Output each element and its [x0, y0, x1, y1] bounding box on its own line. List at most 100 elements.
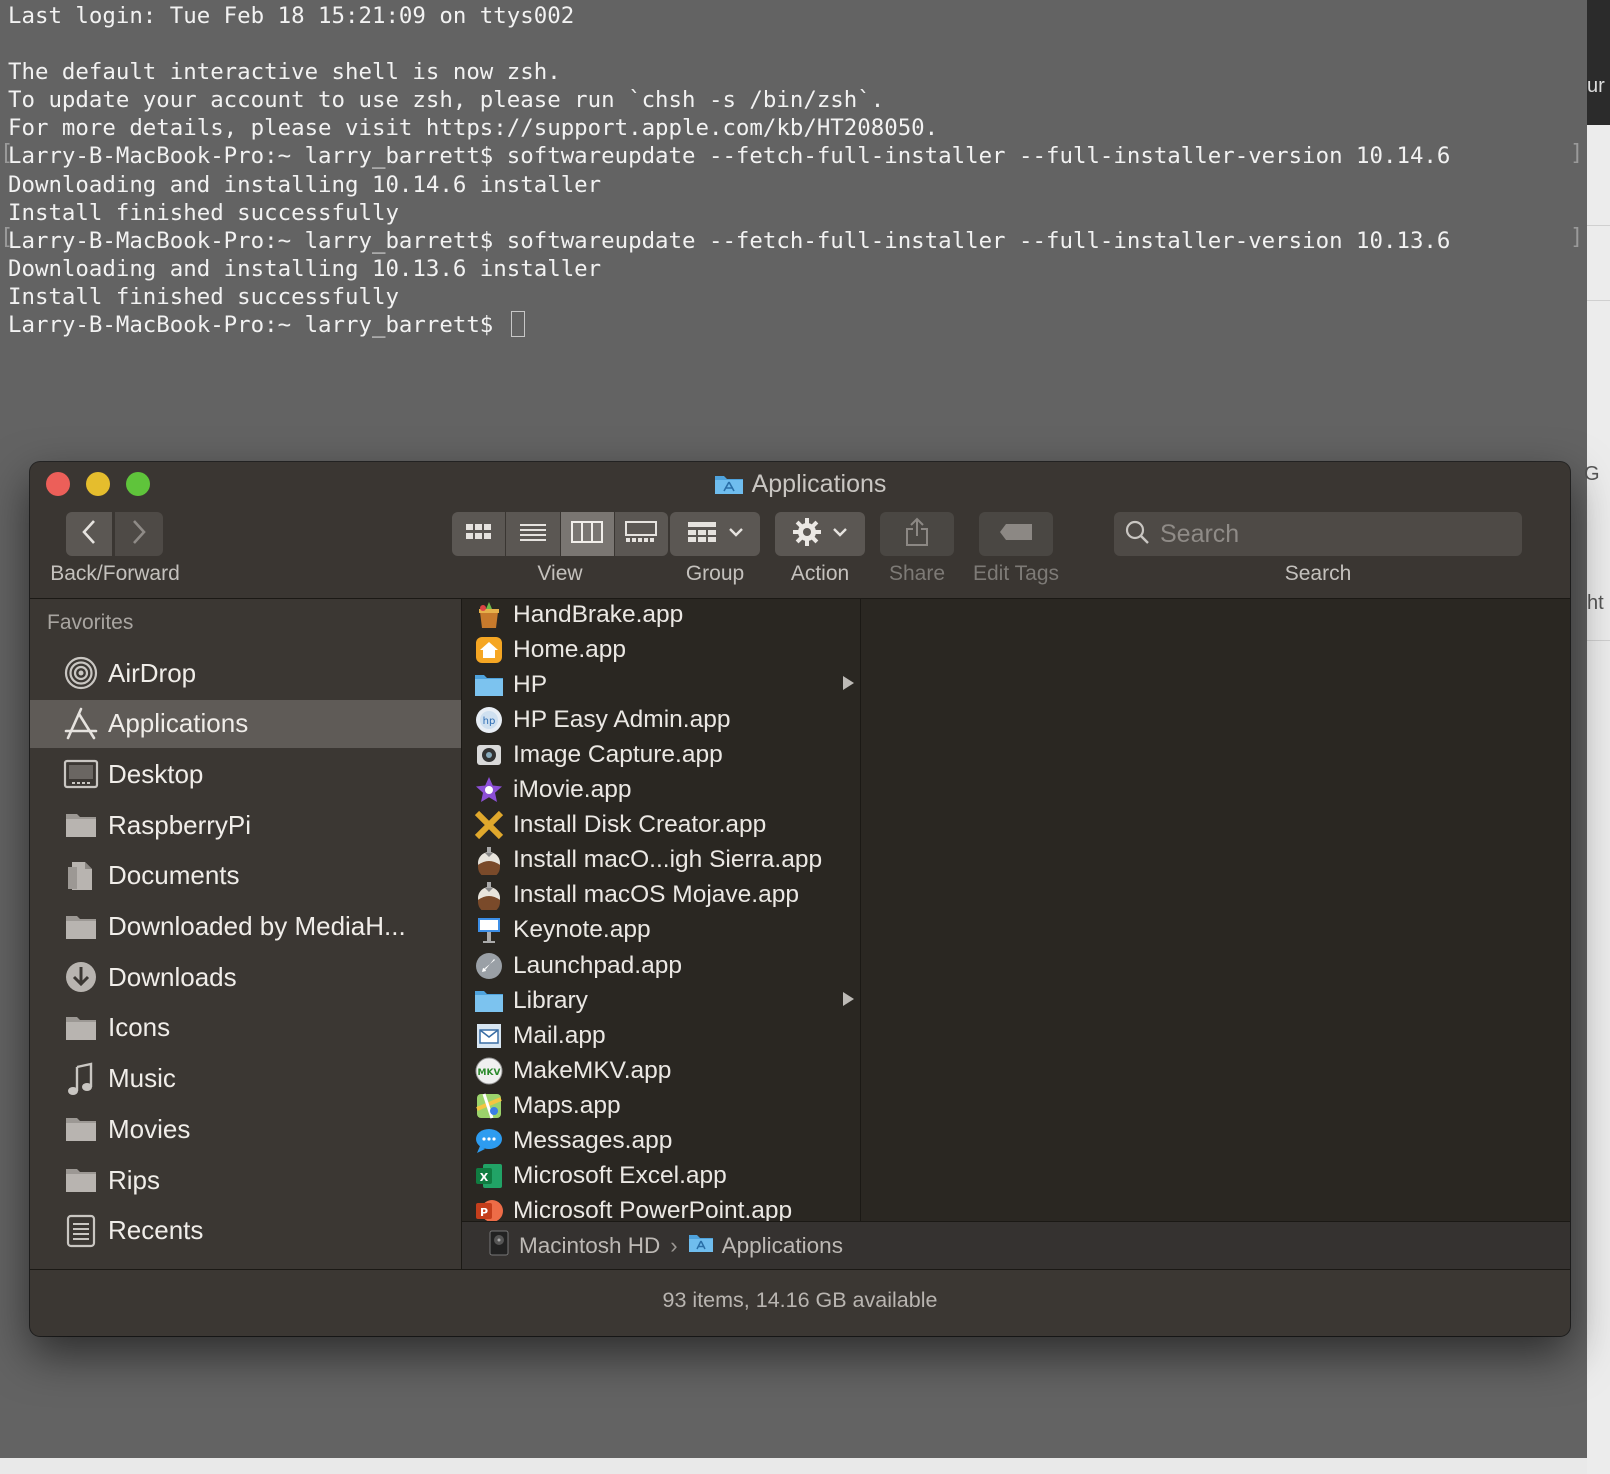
back-button[interactable]	[66, 512, 112, 556]
divider	[1587, 300, 1610, 301]
sidebar-item-documents[interactable]: Documents	[30, 852, 461, 900]
terminal-bracket-marker: ]	[1570, 141, 1584, 166]
install-disk-creator-icon	[474, 810, 504, 840]
chevron-right-icon	[131, 519, 147, 550]
file-label: HP Easy Admin.app	[513, 705, 731, 733]
search-field[interactable]	[1114, 512, 1522, 556]
path-separator: ›	[670, 1233, 678, 1258]
file-row[interactable]: Mail.app	[462, 1018, 860, 1053]
file-row[interactable]: Image Capture.app	[462, 737, 860, 772]
terminal-output[interactable]: Last login: Tue Feb 18 15:21:09 on ttys0…	[0, 0, 1587, 339]
sidebar-item-label: RaspberryPi	[108, 809, 252, 840]
folder-icon	[474, 670, 504, 700]
icon-view-button[interactable]	[452, 512, 507, 556]
tag-icon	[998, 522, 1034, 547]
empty-column[interactable]	[861, 599, 1570, 1221]
documents-icon	[63, 858, 99, 894]
folder-icon	[63, 807, 99, 843]
terminal-line: Last login: Tue Feb 18 15:21:09 on ttys0…	[8, 3, 575, 29]
file-row[interactable]: hp HP Easy Admin.app	[462, 702, 860, 737]
file-row[interactable]: Install macOS Mojave.app	[462, 878, 860, 913]
file-row[interactable]: Maps.app	[462, 1088, 860, 1123]
file-column[interactable]: HandBrake.app Home.app HP hp HP Easy Admin.a…	[462, 599, 861, 1221]
file-row[interactable]: Install Disk Creator.app	[462, 808, 860, 843]
svg-text:MKV: MKV	[478, 1068, 501, 1078]
sidebar-item-movies[interactable]: Movies	[30, 1105, 461, 1153]
list-icon	[518, 522, 548, 547]
powerpoint-icon: P	[474, 1196, 504, 1221]
file-label: Install Disk Creator.app	[513, 811, 767, 839]
background-window[interactable]	[1587, 0, 1610, 1474]
sidebar-item-raspberrypi[interactable]: RaspberryPi	[30, 801, 461, 849]
sidebar-item-desktop[interactable]: Desktop	[30, 750, 461, 798]
path-item-macintosh-hd[interactable]: Macintosh HD	[489, 1230, 660, 1262]
svg-text:X: X	[480, 1171, 489, 1184]
sidebar-item-label: Movies	[108, 1113, 191, 1144]
folder-icon	[63, 909, 99, 945]
launchpad-icon	[474, 951, 504, 981]
list-view-button[interactable]	[506, 512, 561, 556]
recents-icon	[63, 1213, 99, 1249]
file-row[interactable]: Home.app	[462, 632, 860, 667]
file-label: Messages.app	[513, 1127, 673, 1154]
window-title-text: Applications	[751, 470, 887, 498]
group-grid-icon	[686, 520, 718, 549]
sidebar-item-icons[interactable]: Icons	[30, 1004, 461, 1052]
finder-toolbar: Applications Back/Forward View Group Act…	[30, 462, 1570, 599]
sidebar-item-recents[interactable]: Recents	[30, 1207, 461, 1255]
folder-icon	[474, 986, 504, 1016]
sidebar-item-music[interactable]: Music	[30, 1055, 461, 1103]
svg-text:P: P	[480, 1206, 488, 1219]
music-icon	[63, 1061, 99, 1097]
group-button[interactable]	[670, 512, 760, 556]
imovie-icon	[474, 775, 504, 805]
finder-window[interactable]: Applications Back/Forward View Group Act…	[30, 462, 1570, 1336]
sidebar-item-label: Downloaded by MediaH...	[108, 911, 406, 941]
file-row[interactable]: MKV MakeMKV.app	[462, 1053, 860, 1088]
gallery-view-button[interactable]	[614, 512, 668, 556]
folder-row[interactable]: Library	[462, 983, 860, 1018]
terminal-line: Larry-B-MacBook-Pro:~ larry_barrett$ sof…	[8, 227, 1451, 254]
column-view-button[interactable]	[560, 512, 615, 556]
disclosure-arrow-icon	[843, 676, 854, 691]
file-row[interactable]: Keynote.app	[462, 913, 860, 948]
edit-tags-button[interactable]	[979, 512, 1053, 556]
sidebar-item-applications[interactable]: Applications	[30, 699, 461, 748]
share-button[interactable]	[880, 512, 954, 556]
status-text: 93 items, 14.16 GB available	[662, 1288, 938, 1312]
file-label: Image Capture.app	[513, 740, 723, 768]
action-button[interactable]	[775, 512, 865, 556]
sidebar-item-label: Applications	[108, 708, 249, 739]
sidebar-item-rips[interactable]: Rips	[30, 1156, 461, 1204]
file-row[interactable]: Messages.app	[462, 1124, 860, 1159]
hp-easy-admin-icon: hp	[474, 705, 504, 735]
forward-button[interactable]	[115, 512, 163, 556]
file-row[interactable]: P Microsoft PowerPoint.app	[462, 1194, 860, 1221]
file-row[interactable]: iMovie.app	[462, 773, 860, 808]
chevron-left-icon	[81, 519, 97, 550]
file-row[interactable]: Launchpad.app	[462, 948, 860, 983]
file-row[interactable]: HandBrake.app	[462, 599, 860, 632]
sidebar-item-label: Rips	[108, 1164, 161, 1195]
divider	[1587, 640, 1610, 641]
path-item-label: Applications	[721, 1233, 843, 1258]
macos-installer-icon	[474, 880, 504, 911]
edit-tags-label: Edit Tags	[973, 562, 1059, 585]
terminal-line: To update your account to use zsh, pleas…	[8, 87, 885, 114]
sidebar-item-downloaded-by-mediah[interactable]: Downloaded by MediaH...	[30, 903, 461, 951]
sidebar-item-airdrop[interactable]: AirDrop	[30, 649, 461, 697]
sidebar-item-label: Desktop	[108, 758, 204, 789]
sidebar-item-downloads[interactable]: Downloads	[30, 953, 461, 1001]
file-label: Mail.app	[513, 1021, 606, 1049]
path-item-applications[interactable]: Applications	[688, 1233, 843, 1259]
file-row[interactable]: Install macO...igh Sierra.app	[462, 843, 860, 878]
file-row[interactable]: X Microsoft Excel.app	[462, 1159, 860, 1194]
terminal-bracket-marker: ]	[1570, 225, 1584, 250]
file-label: MakeMKV.app	[513, 1056, 672, 1084]
desktop-icon	[63, 756, 99, 792]
background-text-fragment: G	[1584, 463, 1600, 485]
view-selector[interactable]	[452, 512, 668, 556]
folder-row[interactable]: HP	[462, 667, 860, 702]
search-input[interactable]	[1158, 518, 1502, 550]
folder-icon	[63, 1111, 99, 1147]
